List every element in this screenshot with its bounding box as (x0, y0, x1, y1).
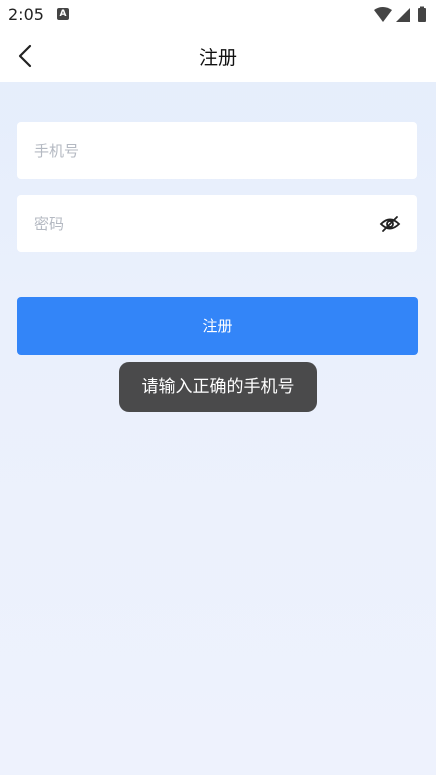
wifi-icon (374, 7, 392, 22)
status-icons (374, 6, 428, 24)
nav-bar: 注册 (0, 30, 436, 82)
battery-icon (418, 8, 426, 22)
status-bar: 2:05 A (0, 0, 436, 30)
a-icon: A (57, 8, 69, 20)
register-button[interactable]: 注册 (17, 297, 418, 355)
page-title: 注册 (198, 47, 237, 69)
cell-signal-icon (396, 8, 410, 22)
password-field[interactable] (17, 195, 417, 252)
status-time: 2:05 (8, 5, 44, 24)
phone-field[interactable] (17, 122, 417, 179)
password-input[interactable] (34, 195, 364, 252)
eye-hidden-icon (379, 216, 401, 232)
password-visibility-toggle[interactable] (379, 213, 401, 235)
phone-input[interactable] (34, 122, 364, 179)
toast-message: 请输入正确的手机号 (119, 362, 317, 412)
